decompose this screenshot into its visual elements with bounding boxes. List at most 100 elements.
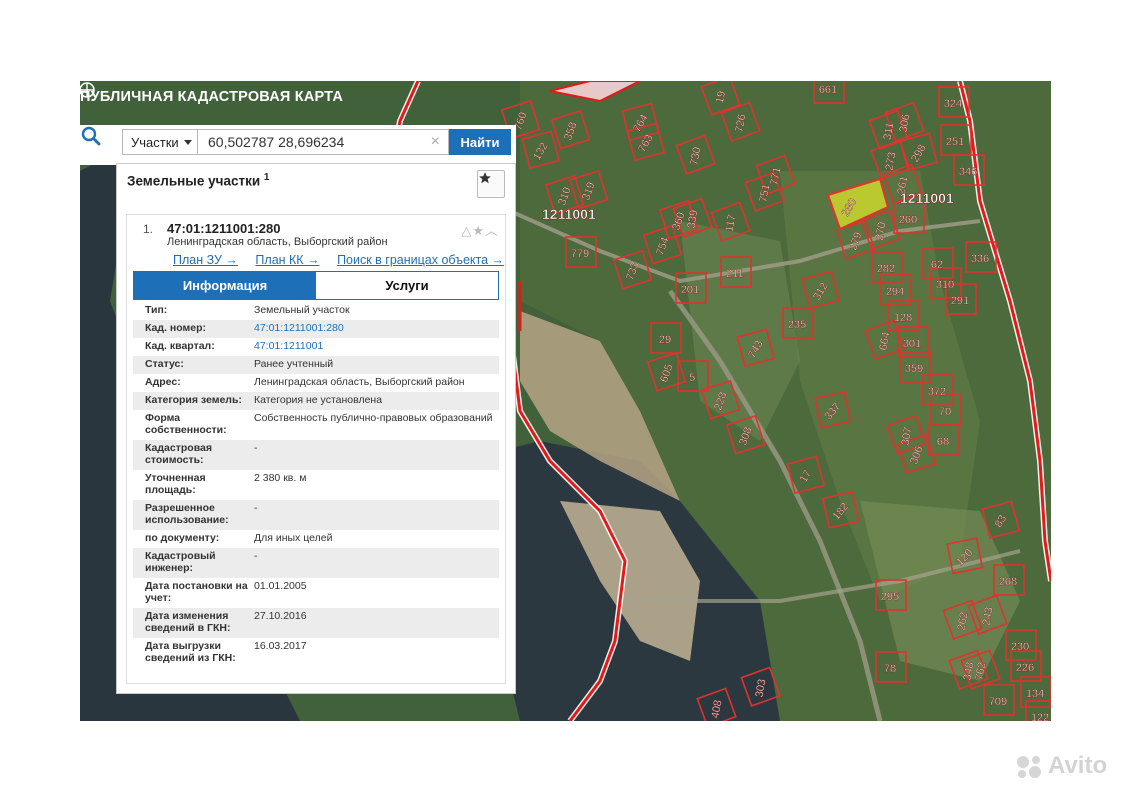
cadastral-number[interactable]: 47:01:1211001:280	[167, 221, 281, 236]
info-row-value: -	[254, 502, 258, 514]
info-row: Уточненная площадь: 2 380 кв. м	[133, 470, 499, 500]
block-label: 1211001	[900, 190, 954, 206]
info-row-value: 16.03.2017	[254, 640, 307, 652]
panel-title-text: Земельные участки	[127, 173, 261, 189]
info-row: Адрес: Ленинградская область, Выборгский …	[133, 374, 499, 392]
card-actions[interactable]: △★︿	[461, 220, 499, 239]
object-type-select[interactable]: Участки	[122, 129, 197, 155]
info-row-value: Земельный участок	[254, 304, 350, 316]
collapse-chevron-icon[interactable]: ︿	[485, 223, 499, 238]
panel-title: Земельные участки 1	[127, 172, 269, 189]
info-row: Тип: Земельный участок	[133, 302, 499, 320]
avito-watermark: Avito	[1014, 752, 1107, 780]
parcel-label[interactable]: 134	[1026, 688, 1045, 700]
info-row: Категория земель: Категория не установлен…	[133, 392, 499, 410]
parcel-label[interactable]: 661	[819, 84, 838, 96]
info-row: Кадастровый инженер: -	[133, 548, 499, 578]
find-button[interactable]: Найти	[449, 129, 511, 155]
parcel-label[interactable]: 70	[939, 406, 952, 418]
parcel-label[interactable]: 19	[714, 90, 728, 105]
info-row-key: Кадастровый инженер:	[145, 550, 216, 574]
plan-zu-link[interactable]: План ЗУ →	[173, 253, 238, 267]
info-row-value: 01.01.2005	[254, 580, 307, 592]
parcel-label[interactable]: 201	[681, 284, 700, 296]
parcel-label[interactable]: 336	[971, 253, 990, 265]
tab-services[interactable]: Услуги	[316, 272, 498, 299]
parcel-label[interactable]: 251	[946, 136, 965, 148]
info-row-value: Ленинградская область, Выборгский район	[254, 376, 465, 388]
parcel-label[interactable]: 5	[689, 372, 696, 384]
results-panel: Земельные участки 1 1. 47:01:1211001:280…	[116, 163, 516, 694]
info-row-value: Ранее учтенный	[254, 358, 334, 370]
search-input-value: 60,502787 28,696234	[208, 134, 345, 150]
parcel-label[interactable]: 346	[959, 166, 978, 178]
parcel-label[interactable]: 294	[886, 286, 905, 298]
parcel-label[interactable]: 779	[571, 248, 590, 260]
warning-icon[interactable]: △	[461, 223, 472, 238]
tab-information[interactable]: Информация	[134, 272, 316, 299]
info-row: Форма собственности: Собственность публич…	[133, 410, 499, 440]
parcel-label[interactable]: 310	[936, 279, 955, 291]
result-index: 1.	[143, 222, 154, 236]
parcel-label[interactable]: 260	[899, 214, 918, 226]
result-count: 1	[263, 172, 270, 183]
info-row-key: Уточненная площадь:	[145, 472, 206, 496]
parcel-label[interactable]: 709	[989, 696, 1008, 708]
info-row-key: Дата выгрузки сведений из ГКН:	[145, 640, 236, 664]
parcel-label[interactable]: 291	[951, 295, 970, 307]
info-row-key: Дата изменения сведений в ГКН:	[145, 610, 231, 634]
plan-kk-link[interactable]: План КК →	[255, 253, 319, 267]
parcel-label[interactable]: 301	[903, 338, 922, 350]
info-row: по документу: Для иных целей	[133, 530, 499, 548]
star-icon	[479, 172, 491, 184]
info-row-value: Собственность публично-правовых образова…	[254, 412, 493, 424]
info-row: Кад. номер: 47:01:1211001:280	[133, 320, 499, 338]
object-type-value: Участки	[131, 134, 179, 150]
cadastral-map[interactable]: 661 19 726 764 763 730 771 751 760 132 358 310 319 77…	[80, 81, 1051, 721]
search-in-bounds-link[interactable]: Поиск в границах объекта →	[337, 253, 504, 267]
info-row-value: Для иных целей	[254, 532, 333, 544]
parcel-label[interactable]: 62	[931, 259, 944, 271]
parcel-label[interactable]: 282	[877, 263, 896, 275]
info-tabs: Информация Услуги	[133, 271, 499, 300]
info-row: Кадастровая стоимость: -	[133, 440, 499, 470]
result-card[interactable]: 1. 47:01:1211001:280 Ленинградская облас…	[126, 214, 506, 684]
info-row-key: по документу:	[145, 532, 220, 544]
search-input[interactable]: 60,502787 28,696234 ×	[197, 129, 449, 155]
avito-logo-icon	[1017, 756, 1041, 778]
app-header: ПУБЛИЧНАЯ КАДАСТРОВАЯ КАРТА	[80, 81, 420, 113]
parcel-label[interactable]: 211	[726, 268, 744, 280]
parcel-label[interactable]: 372	[928, 386, 947, 398]
info-row: Дата постановки на учет: 01.01.2005	[133, 578, 499, 608]
parcel-label[interactable]: 68	[937, 436, 950, 448]
parcel-label[interactable]: 128	[894, 312, 913, 324]
parcel-label[interactable]: 359	[905, 363, 924, 375]
favorite-button[interactable]	[477, 170, 505, 198]
parcel-label[interactable]: 122	[1031, 712, 1050, 721]
parcel-label[interactable]: 295	[881, 591, 900, 603]
result-region: Ленинградская область, Выборгский район	[167, 236, 388, 248]
parcel-label[interactable]: 268	[999, 576, 1018, 588]
info-table: Тип: Земельный участок Кад. номер: 47:01:12…	[133, 302, 499, 668]
clear-icon[interactable]: ×	[431, 130, 440, 154]
info-row-value: 27.10.2016	[254, 610, 307, 622]
info-row-key: Разрешенное использование:	[145, 502, 229, 526]
parcel-label[interactable]: 235	[788, 319, 807, 331]
info-row-key: Кад. квартал:	[145, 340, 215, 352]
parcel-label[interactable]: 29	[659, 334, 672, 346]
info-row-key: Категория земель:	[145, 394, 242, 406]
info-row-value[interactable]: 47:01:1211001	[254, 340, 499, 352]
card-links: План ЗУ → План КК → Поиск в границах объ…	[173, 253, 518, 267]
avito-text: Avito	[1048, 752, 1108, 779]
parcel-label[interactable]: 226	[1016, 662, 1035, 674]
info-row: Кад. квартал: 47:01:1211001	[133, 338, 499, 356]
search-icon[interactable]	[80, 125, 102, 147]
info-row-value: -	[254, 550, 258, 562]
info-row-key: Статус:	[145, 358, 184, 370]
parcel-label[interactable]: 230	[1011, 641, 1030, 653]
info-row-value[interactable]: 47:01:1211001:280	[254, 322, 499, 334]
star-icon[interactable]: ★	[472, 223, 485, 238]
globe-logo-icon	[80, 82, 95, 98]
parcel-label[interactable]: 324	[944, 98, 963, 110]
parcel-label[interactable]: 78	[884, 663, 897, 675]
